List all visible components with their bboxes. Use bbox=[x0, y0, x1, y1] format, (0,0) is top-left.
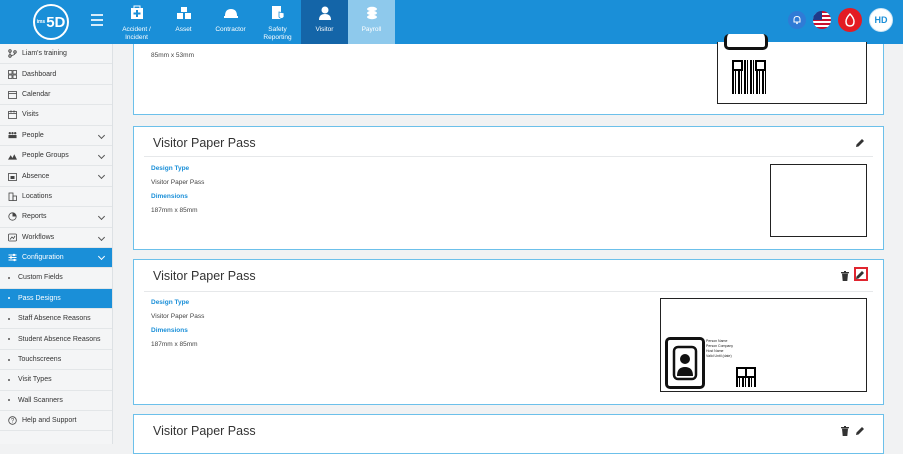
sidebar: Liam's training Dashboard Calendar Visit… bbox=[0, 44, 113, 444]
emergency-button[interactable] bbox=[838, 8, 862, 32]
chevron-down-icon bbox=[97, 172, 106, 180]
people-icon bbox=[8, 131, 17, 140]
sidebar-subitem-touchscreens[interactable]: Touchscreens bbox=[0, 350, 112, 371]
chevron-down-icon bbox=[97, 131, 106, 139]
design-type-value: Visitor Paper Pass bbox=[151, 179, 205, 186]
pass-design-card: Visitor Paper Pass Design Type Visitor P… bbox=[133, 259, 884, 405]
logo-area: ims 5D bbox=[0, 0, 113, 44]
branch-icon bbox=[8, 49, 17, 58]
sidebar-subitem-custom-fields[interactable]: Custom Fields bbox=[0, 268, 112, 289]
sidebar-item-help-and-support[interactable]: ? Help and Support bbox=[0, 411, 112, 432]
payroll-icon bbox=[366, 6, 377, 20]
main-content: 85mm x 53mm Visitor Paper Pass Design Ty… bbox=[113, 34, 903, 454]
pass-design-card: Visitor Paper Pass bbox=[133, 414, 884, 454]
module-contractor[interactable]: Contractor bbox=[207, 0, 254, 44]
menu-toggle-icon[interactable] bbox=[91, 14, 103, 26]
pass-preview bbox=[717, 34, 867, 104]
sidebar-subitem-student-absence-reasons[interactable]: Student Absence Reasons bbox=[0, 329, 112, 350]
us-flag-icon[interactable] bbox=[813, 11, 831, 29]
preview-valid-until: Valid Until (date) bbox=[706, 354, 732, 358]
pass-design-card: Visitor Paper Pass Design Type Visitor P… bbox=[133, 126, 884, 250]
notifications-button[interactable] bbox=[788, 11, 806, 29]
card-title: Visitor Paper Pass bbox=[153, 424, 256, 438]
edit-pencil-icon[interactable] bbox=[855, 426, 865, 436]
person-photo-placeholder bbox=[665, 337, 705, 389]
dimensions-label: Dimensions bbox=[151, 193, 188, 200]
pass-design-card-partial: 85mm x 53mm bbox=[133, 34, 884, 115]
people-groups-icon bbox=[8, 151, 17, 160]
module-accident-incident[interactable]: Accident / Incident bbox=[113, 0, 160, 44]
chevron-down-icon bbox=[97, 213, 106, 221]
locations-icon bbox=[8, 192, 17, 201]
pass-preview: Person Name Person Company Host Name Val… bbox=[660, 298, 867, 392]
reports-icon bbox=[8, 212, 17, 221]
edit-pencil-icon[interactable] bbox=[855, 270, 865, 280]
sidebar-item-visits[interactable]: Visits bbox=[0, 105, 112, 126]
sidebar-item-reports[interactable]: Reports bbox=[0, 207, 112, 228]
sidebar-subitem-staff-absence-reasons[interactable]: Staff Absence Reasons bbox=[0, 309, 112, 330]
asset-icon bbox=[176, 7, 191, 19]
sidebar-subitem-pass-designs[interactable]: Pass Designs bbox=[0, 288, 112, 310]
sidebar-item-people[interactable]: People bbox=[0, 126, 112, 146]
chevron-down-icon bbox=[97, 151, 106, 159]
hard-hat-icon bbox=[223, 9, 238, 18]
header-actions: HD bbox=[788, 8, 893, 32]
card-title: Visitor Paper Pass bbox=[153, 136, 256, 150]
visits-icon bbox=[8, 110, 17, 120]
chevron-down-icon bbox=[97, 233, 106, 241]
bell-icon bbox=[793, 15, 801, 25]
module-safety-reporting[interactable]: Safety Reporting bbox=[254, 0, 301, 44]
first-aid-icon bbox=[130, 5, 143, 19]
flame-icon bbox=[845, 13, 855, 27]
visitor-icon bbox=[318, 6, 331, 20]
qr-code bbox=[736, 367, 756, 387]
sidebar-item-liams-training[interactable]: Liam's training bbox=[0, 44, 112, 65]
user-avatar[interactable]: HD bbox=[869, 8, 893, 32]
person-icon bbox=[672, 345, 698, 381]
sidebar-item-calendar[interactable]: Calendar bbox=[0, 85, 112, 106]
app-logo[interactable]: ims 5D bbox=[33, 4, 69, 40]
sidebar-item-absence[interactable]: Absence bbox=[0, 166, 112, 187]
safety-report-icon bbox=[271, 6, 284, 19]
module-nav: Accident / Incident Asset Contractor Saf… bbox=[113, 0, 395, 44]
sidebar-item-people-groups[interactable]: People Groups bbox=[0, 146, 112, 167]
pass-design-panel-top: 85mm x 53mm bbox=[123, 34, 884, 117]
module-visitor[interactable]: Visitor bbox=[301, 0, 348, 44]
module-payroll[interactable]: Payroll bbox=[348, 0, 395, 44]
dimensions-value: 187mm x 85mm bbox=[151, 341, 198, 348]
sidebar-item-locations[interactable]: Locations bbox=[0, 187, 112, 208]
qr-code bbox=[732, 60, 766, 94]
delete-trash-icon[interactable] bbox=[841, 271, 849, 281]
design-type-value: Visitor Paper Pass bbox=[151, 313, 205, 320]
person-photo-placeholder bbox=[724, 34, 768, 50]
absence-icon bbox=[8, 172, 17, 181]
design-type-label: Design Type bbox=[151, 299, 190, 306]
sidebar-item-dashboard[interactable]: Dashboard bbox=[0, 64, 112, 85]
dimensions-label: Dimensions bbox=[151, 327, 188, 334]
dimensions-value: 85mm x 53mm bbox=[151, 52, 194, 59]
sidebar-subitem-wall-scanners[interactable]: Wall Scanners bbox=[0, 391, 112, 412]
calendar-icon bbox=[8, 90, 17, 99]
design-type-label: Design Type bbox=[151, 165, 190, 172]
help-icon: ? bbox=[8, 416, 17, 425]
workflows-icon bbox=[8, 233, 17, 242]
edit-pencil-icon[interactable] bbox=[855, 138, 865, 148]
configuration-icon bbox=[8, 253, 17, 262]
dashboard-icon bbox=[8, 69, 17, 79]
chevron-down-icon bbox=[97, 252, 106, 260]
module-asset[interactable]: Asset bbox=[160, 0, 207, 44]
card-title: Visitor Paper Pass bbox=[153, 269, 256, 283]
dimensions-value: 187mm x 85mm bbox=[151, 207, 198, 214]
sidebar-subitem-visit-types[interactable]: Visit Types bbox=[0, 370, 112, 391]
sidebar-item-configuration[interactable]: Configuration bbox=[0, 247, 112, 269]
delete-trash-icon[interactable] bbox=[841, 426, 849, 436]
pass-preview bbox=[770, 164, 867, 237]
sidebar-item-workflows[interactable]: Workflows bbox=[0, 228, 112, 248]
